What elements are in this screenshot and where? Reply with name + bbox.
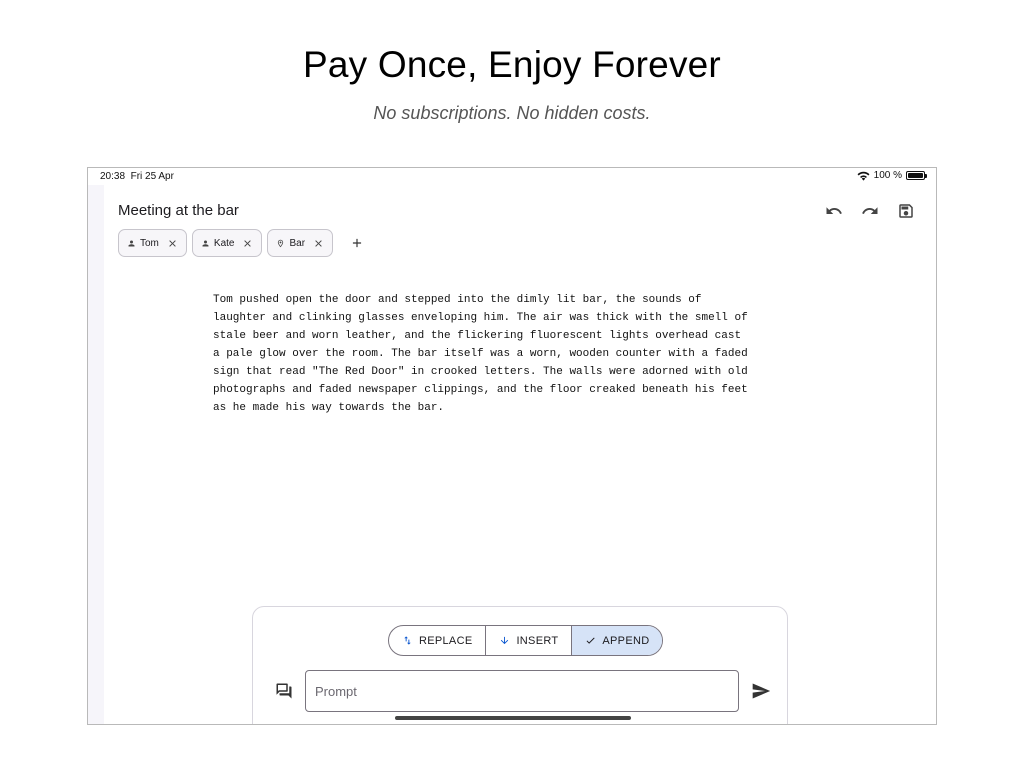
close-icon[interactable] [242,238,253,249]
document-toolbar [824,201,916,221]
page-subheadline: No subscriptions. No hidden costs. [373,103,651,123]
location-pin-icon [278,239,284,247]
mode-insert-button[interactable]: INSERT [485,626,571,655]
status-indicators: 100 % [857,170,927,181]
person-icon [128,240,135,246]
mode-append-button[interactable]: APPEND [571,626,663,655]
side-rail [88,185,104,724]
status-date: Fri 25 Apr [130,171,174,182]
redo-icon [862,207,878,214]
home-indicator [395,716,631,720]
save-icon [899,204,913,218]
plus-icon [352,238,362,248]
mode-label: APPEND [602,634,650,647]
prompt-row [273,670,773,712]
tag-chip-list: Tom Kate Bar [118,229,368,257]
close-icon[interactable] [313,238,324,249]
mode-label: INSERT [516,634,559,647]
ai-prompt-panel: REPLACE INSERT APPEND [252,606,788,724]
wifi-icon [857,171,870,181]
chip-bar[interactable]: Bar [267,229,334,257]
person-icon [202,240,209,246]
chip-label: Tom [140,237,159,249]
send-icon[interactable] [751,681,771,701]
arrow-down-icon [501,636,509,645]
status-time: 20:38 [100,171,126,182]
check-icon [586,637,596,644]
redo-button[interactable] [860,201,880,221]
chip-tom[interactable]: Tom [118,229,187,257]
battery-percent: 100 % [873,170,902,181]
close-icon[interactable] [167,238,178,249]
chip-label: Bar [289,237,306,249]
undo-icon [826,207,842,214]
tablet-screenshot: 20:38 Fri 25 Apr 100 % Meeting at the ba… [87,167,937,725]
chip-label: Kate [213,237,235,249]
chat-icon[interactable] [275,682,293,700]
mode-label: REPLACE [419,634,473,647]
status-clock: 20:38 Fri 25 Apr [100,171,174,182]
save-button[interactable] [896,201,916,221]
add-tag-button[interactable] [346,232,368,254]
status-bar: 20:38 Fri 25 Apr 100 % [88,168,936,185]
mode-replace-button[interactable]: REPLACE [389,626,485,655]
document-title[interactable]: Meeting at the bar [118,202,239,219]
chip-kate[interactable]: Kate [191,229,263,257]
battery-icon [906,171,927,180]
swap-vertical-icon [404,636,411,645]
prompt-input[interactable] [305,670,739,712]
story-text[interactable]: Tom pushed open the door and stepped int… [213,291,853,417]
insertion-mode-selector: REPLACE INSERT APPEND [388,625,664,656]
page-headline: Pay Once, Enjoy Forever [303,44,721,85]
undo-button[interactable] [824,201,844,221]
